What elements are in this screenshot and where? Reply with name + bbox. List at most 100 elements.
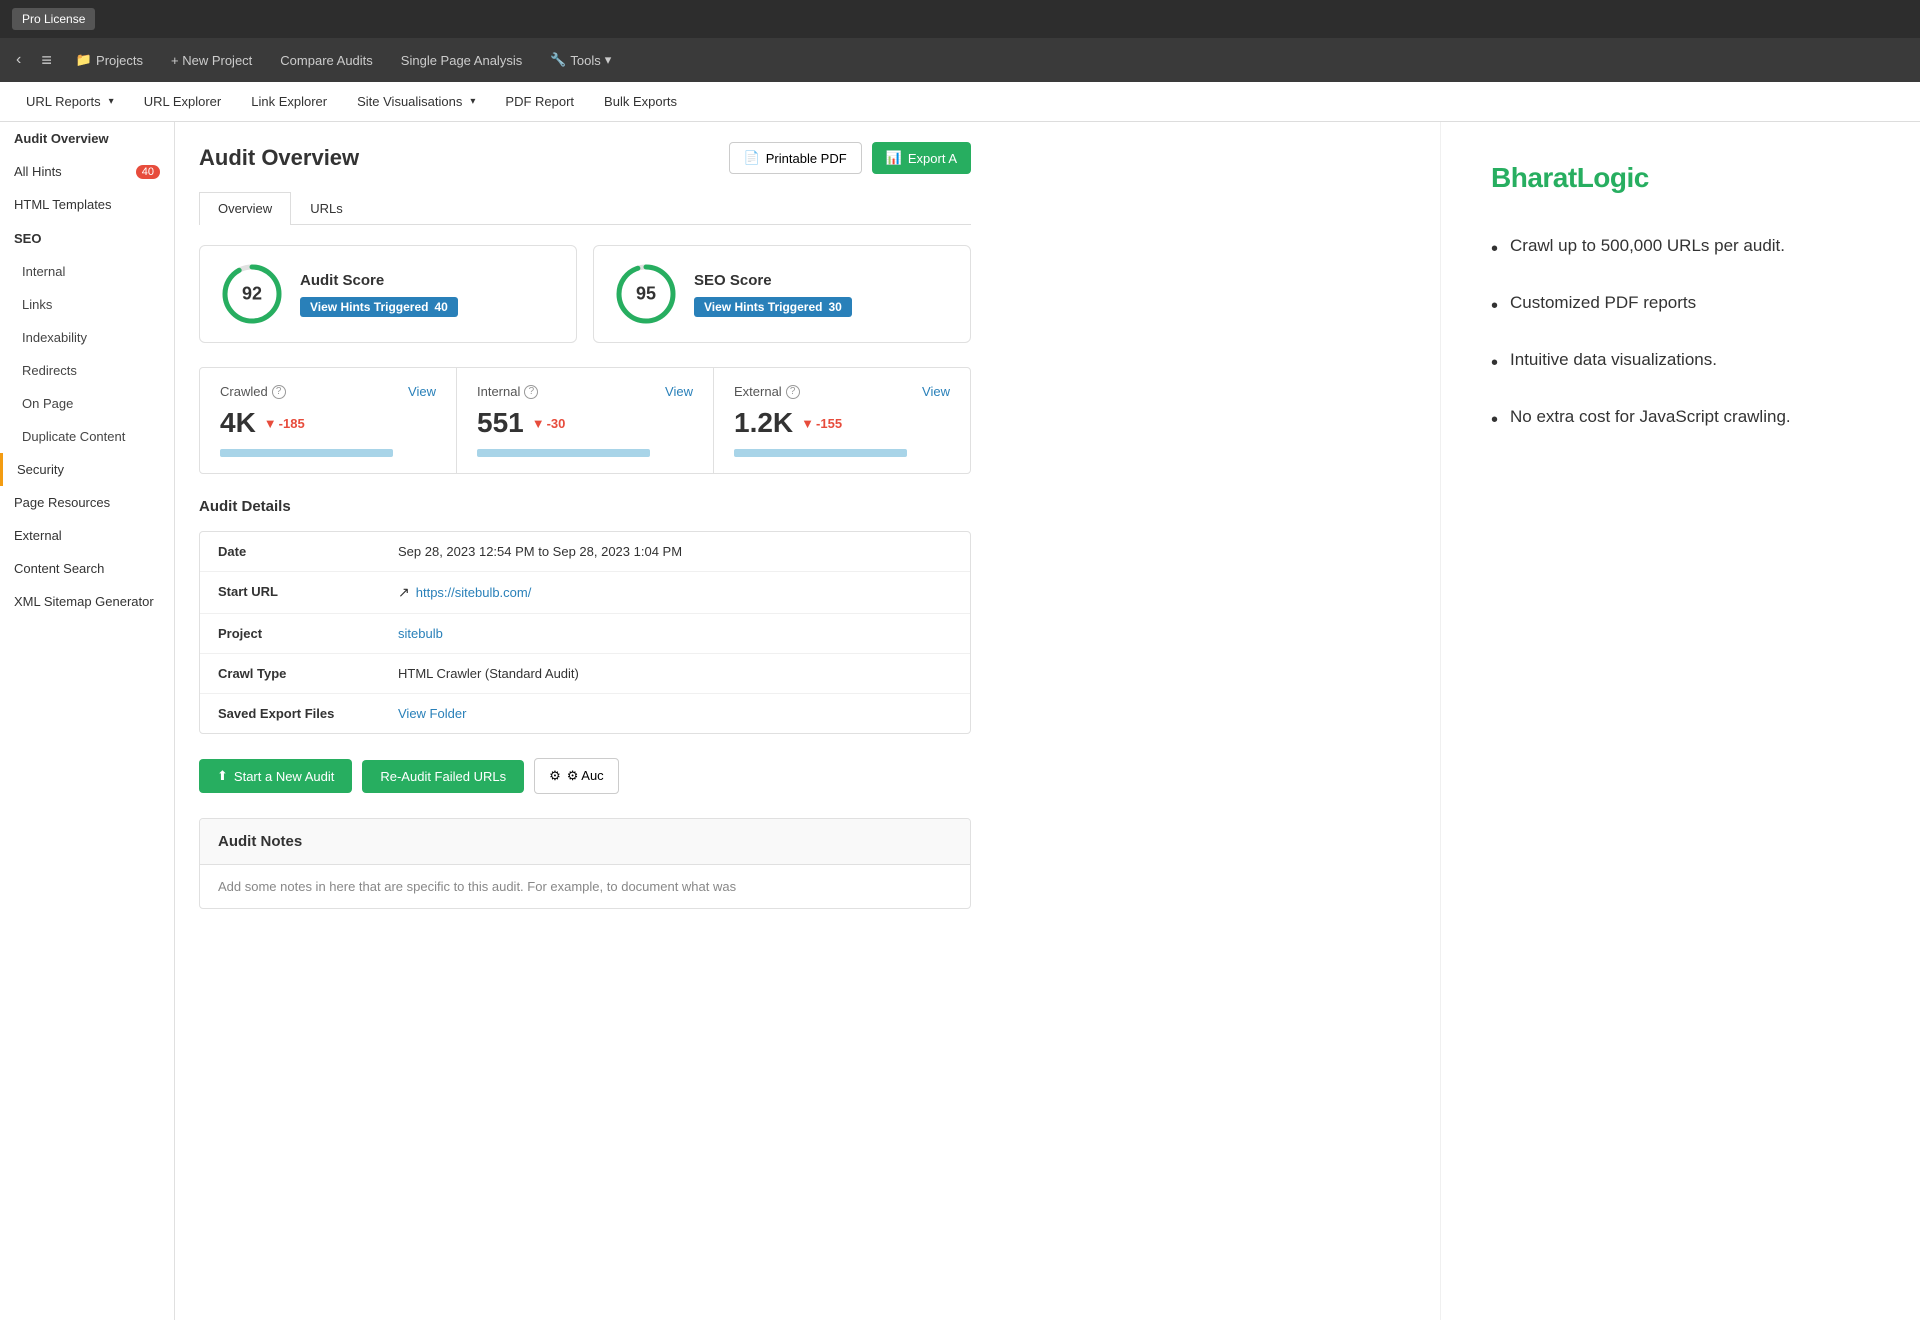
stat-external: External ? View 1.2K ▼ -155 bbox=[714, 368, 970, 473]
audit-notes-title: Audit Notes bbox=[218, 833, 302, 850]
audit-hints-badge[interactable]: View Hints Triggered 40 bbox=[300, 297, 458, 317]
sidebar-item-internal[interactable]: Internal bbox=[0, 255, 174, 288]
project-link[interactable]: sitebulb bbox=[398, 626, 443, 641]
sidebar-item-duplicate-content[interactable]: Duplicate Content bbox=[0, 420, 174, 453]
page-header: Audit Overview 📄 Printable PDF 📊 Export … bbox=[199, 142, 971, 174]
sidebar-item-audit-overview[interactable]: Audit Overview bbox=[0, 122, 174, 155]
all-hints-badge: 40 bbox=[136, 165, 160, 179]
link-explorer-button[interactable]: Link Explorer bbox=[237, 86, 341, 117]
audit-score-circle: 92 bbox=[220, 262, 284, 326]
audit-details-table: Date Sep 28, 2023 12:54 PM to Sep 28, 20… bbox=[199, 531, 971, 734]
sidebar: Audit Overview All Hints 40 HTML Templat… bbox=[0, 122, 175, 1320]
audit-details-title: Audit Details bbox=[199, 498, 971, 515]
content-area: Audit Overview 📄 Printable PDF 📊 Export … bbox=[175, 122, 1440, 1320]
bulk-exports-button[interactable]: Bulk Exports bbox=[590, 86, 691, 117]
tools-button[interactable]: 🔧 Tools ▾ bbox=[538, 46, 623, 74]
internal-help-icon[interactable]: ? bbox=[524, 385, 538, 399]
internal-value: 551 bbox=[477, 407, 524, 439]
right-panel: BharatLogic • Crawl up to 500,000 URLs p… bbox=[1440, 122, 1920, 1320]
audit-score-card: 92 Audit Score View Hints Triggered 40 bbox=[199, 245, 577, 343]
re-audit-failed-button[interactable]: Re-Audit Failed URLs bbox=[362, 760, 524, 793]
feature-item-1: • Crawl up to 500,000 URLs per audit. bbox=[1491, 234, 1870, 263]
document-icon: 📄 bbox=[744, 150, 760, 166]
bullet-icon-4: • bbox=[1491, 406, 1498, 434]
printable-pdf-button[interactable]: 📄 Printable PDF bbox=[729, 142, 862, 174]
seo-hints-badge[interactable]: View Hints Triggered 30 bbox=[694, 297, 852, 317]
sidebar-item-on-page[interactable]: On Page bbox=[0, 387, 174, 420]
audit-score-label: Audit Score bbox=[300, 272, 458, 289]
pdf-report-button[interactable]: PDF Report bbox=[491, 86, 588, 117]
start-url-link[interactable]: https://sitebulb.com/ bbox=[416, 585, 532, 600]
feature-item-2: • Customized PDF reports bbox=[1491, 291, 1870, 320]
internal-view-link[interactable]: View bbox=[665, 384, 693, 399]
seo-score-label: SEO Score bbox=[694, 272, 852, 289]
score-cards: 92 Audit Score View Hints Triggered 40 bbox=[199, 245, 971, 343]
folder-icon: 📁 bbox=[76, 52, 92, 68]
crawled-help-icon[interactable]: ? bbox=[272, 385, 286, 399]
tab-overview[interactable]: Overview bbox=[199, 192, 291, 225]
internal-delta: ▼ -30 bbox=[532, 416, 566, 431]
sidebar-item-redirects[interactable]: Redirects bbox=[0, 354, 174, 387]
top-bar: Pro License bbox=[0, 0, 1920, 38]
header-actions: 📄 Printable PDF 📊 Export A bbox=[729, 142, 971, 174]
stat-internal: Internal ? View 551 ▼ -30 bbox=[457, 368, 714, 473]
compare-audits-button[interactable]: Compare Audits bbox=[268, 47, 385, 74]
projects-button[interactable]: 📁 Projects bbox=[64, 46, 155, 74]
audit-row-saved-export: Saved Export Files View Folder bbox=[200, 694, 970, 733]
nav-bar: ‹ ≡ 📁 Projects + New Project Compare Aud… bbox=[0, 38, 1920, 82]
sidebar-item-xml-sitemap-generator[interactable]: XML Sitemap Generator bbox=[0, 585, 174, 618]
stats-row: Crawled ? View 4K ▼ -185 bbox=[199, 367, 971, 474]
seo-score-number: 95 bbox=[636, 284, 656, 305]
tabs: Overview URLs bbox=[199, 192, 971, 225]
page-title: Audit Overview bbox=[199, 145, 359, 171]
sidebar-item-page-resources[interactable]: Page Resources bbox=[0, 486, 174, 519]
site-visualisations-button[interactable]: Site Visualisations bbox=[343, 86, 489, 117]
sidebar-item-indexability[interactable]: Indexability bbox=[0, 321, 174, 354]
tab-urls[interactable]: URLs bbox=[291, 192, 362, 224]
audit-row-project: Project sitebulb bbox=[200, 614, 970, 654]
external-view-link[interactable]: View bbox=[922, 384, 950, 399]
audit-score-number: 92 bbox=[242, 284, 262, 305]
pro-license-button[interactable]: Pro License bbox=[12, 8, 95, 30]
upload-icon: ⬆ bbox=[217, 768, 228, 784]
audit-notes-header: Audit Notes bbox=[200, 819, 970, 865]
seo-score-card: 95 SEO Score View Hints Triggered 30 bbox=[593, 245, 971, 343]
view-folder-link[interactable]: View Folder bbox=[398, 706, 466, 721]
audit-row-crawl-type: Crawl Type HTML Crawler (Standard Audit) bbox=[200, 654, 970, 694]
stat-crawled: Crawled ? View 4K ▼ -185 bbox=[200, 368, 457, 473]
brand-logo: BharatLogic bbox=[1491, 162, 1870, 194]
hamburger-menu[interactable]: ≡ bbox=[33, 46, 60, 75]
export-button[interactable]: 📊 Export A bbox=[872, 142, 971, 174]
crawled-view-link[interactable]: View bbox=[408, 384, 436, 399]
sidebar-item-security[interactable]: Security bbox=[0, 453, 174, 486]
new-project-button[interactable]: + New Project bbox=[159, 47, 264, 74]
start-new-audit-button[interactable]: ⬆ Start a New Audit bbox=[199, 759, 352, 793]
sidebar-item-html-templates[interactable]: HTML Templates bbox=[0, 188, 174, 221]
bullet-icon-2: • bbox=[1491, 292, 1498, 320]
feature-item-3: • Intuitive data visualizations. bbox=[1491, 348, 1870, 377]
tools-icon: 🔧 bbox=[550, 52, 566, 68]
url-reports-button[interactable]: URL Reports bbox=[12, 86, 128, 117]
audit-settings-button[interactable]: ⚙ ⚙ Auc bbox=[534, 758, 619, 794]
audit-details-section: Audit Details Date Sep 28, 2023 12:54 PM… bbox=[199, 498, 971, 734]
sidebar-item-all-hints[interactable]: All Hints 40 bbox=[0, 155, 174, 188]
internal-bar bbox=[477, 449, 650, 457]
sidebar-item-external[interactable]: External bbox=[0, 519, 174, 552]
back-button[interactable]: ‹ bbox=[8, 47, 29, 73]
single-page-analysis-button[interactable]: Single Page Analysis bbox=[389, 47, 534, 74]
feature-item-4: • No extra cost for JavaScript crawling. bbox=[1491, 405, 1870, 434]
seo-score-circle: 95 bbox=[614, 262, 678, 326]
seo-score-info: SEO Score View Hints Triggered 30 bbox=[694, 272, 852, 317]
sidebar-item-content-search[interactable]: Content Search bbox=[0, 552, 174, 585]
sidebar-item-seo[interactable]: SEO bbox=[0, 221, 174, 255]
feature-list: • Crawl up to 500,000 URLs per audit. • … bbox=[1491, 234, 1870, 434]
url-explorer-button[interactable]: URL Explorer bbox=[130, 86, 236, 117]
crawled-value: 4K bbox=[220, 407, 256, 439]
chevron-down-icon: ▾ bbox=[605, 52, 612, 68]
bullet-icon-3: • bbox=[1491, 349, 1498, 377]
action-row: ⬆ Start a New Audit Re-Audit Failed URLs… bbox=[199, 758, 971, 794]
external-help-icon[interactable]: ? bbox=[786, 385, 800, 399]
sidebar-item-links[interactable]: Links bbox=[0, 288, 174, 321]
external-delta: ▼ -155 bbox=[801, 416, 842, 431]
crawled-bar bbox=[220, 449, 393, 457]
